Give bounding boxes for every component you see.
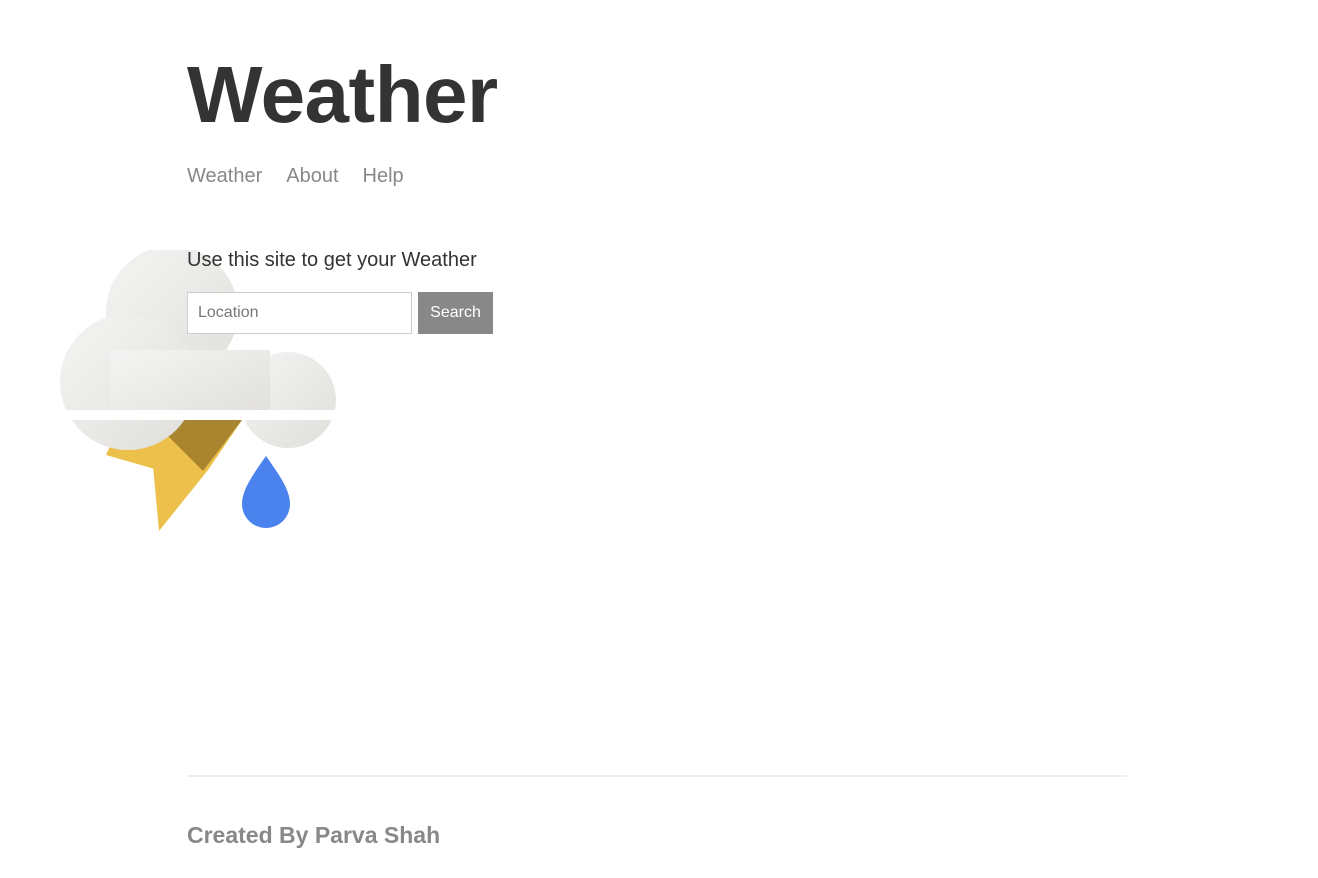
nav-link-weather[interactable]: Weather [187,165,262,188]
nav-link-about[interactable]: About [286,165,338,188]
main-nav: Weather About Help [187,165,404,188]
page: Weather Weather About Help Use this site… [0,0,1318,878]
intro-text: Use this site to get your Weather [187,249,477,271]
nav-link-help[interactable]: Help [363,165,404,188]
footer-credit: Created By Parva Shah [187,822,441,848]
raindrop-icon [242,456,290,528]
search-button[interactable]: Search [418,292,493,334]
cloud-icon [60,250,340,450]
page-title: Weather [187,50,498,139]
footer-divider [187,775,1127,777]
search-form: Search [187,292,493,334]
location-input[interactable] [187,292,412,334]
